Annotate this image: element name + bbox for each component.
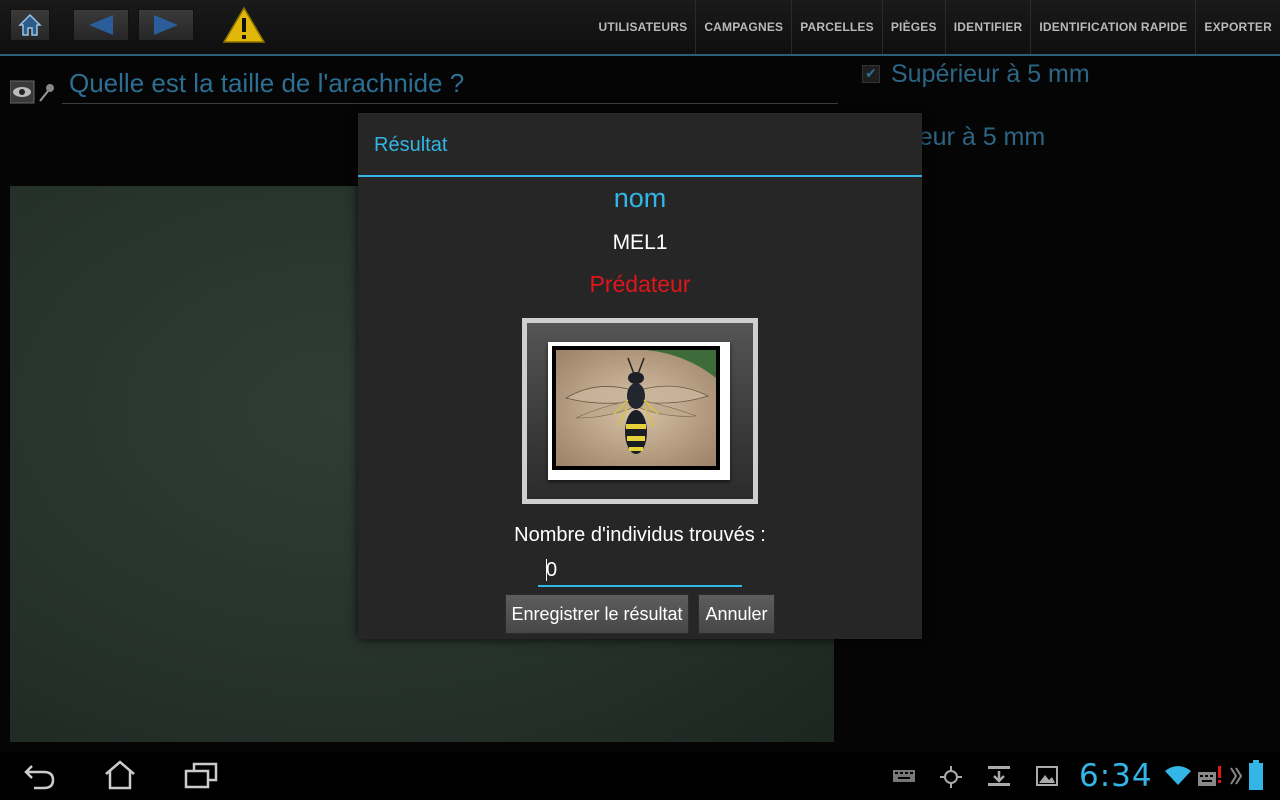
eye-microphone-icon[interactable] [10, 79, 56, 105]
checkbox-icon[interactable]: ✔ [862, 65, 880, 83]
keyboard-icon[interactable] [893, 770, 915, 782]
menu-campagnes[interactable]: CAMPAGNES [695, 0, 791, 54]
save-result-button[interactable]: Enregistrer le résultat [505, 594, 689, 634]
count-input[interactable] [538, 555, 742, 587]
image-icon [1036, 766, 1058, 786]
menu-utilisateurs[interactable]: UTILISATEURS [590, 0, 695, 54]
option-label[interactable]: Supérieur à 5 mm [891, 60, 1090, 89]
home-nav-icon[interactable] [104, 760, 136, 790]
keyboard-alert-icon [1198, 766, 1221, 786]
menu-parcelles[interactable]: PARCELLES [791, 0, 882, 54]
gps-icon [940, 766, 962, 788]
dialog-title: Résultat [358, 113, 922, 177]
cancel-button[interactable]: Annuler [698, 594, 775, 634]
arrow-left-icon [89, 15, 113, 35]
menu-identification-rapide[interactable]: IDENTIFICATION RAPIDE [1030, 0, 1195, 54]
home-icon [18, 13, 42, 36]
system-bar: 6:34 [0, 752, 1280, 800]
question-text: Quelle est la taille de l'arachnide ? [62, 62, 838, 104]
recent-apps-icon[interactable] [184, 762, 218, 790]
wifi-icon [1165, 766, 1191, 785]
chevron-right-icon [1230, 767, 1243, 785]
download-icon [988, 766, 1010, 786]
menu-pieges[interactable]: PIÈGES [881, 0, 945, 54]
action-menu: UTILISATEURS CAMPAGNES PARCELLES PIÈGES … [590, 0, 1280, 54]
species-name-label: nom [613, 183, 667, 213]
count-label: Nombre d'individus trouvés : [514, 524, 766, 546]
insect-image [556, 350, 716, 466]
clock: 6:34 [1079, 758, 1153, 794]
forward-button[interactable] [138, 9, 194, 41]
menu-exporter[interactable]: EXPORTER [1195, 0, 1280, 54]
warning-icon[interactable] [222, 6, 266, 44]
species-category: Prédateur [589, 271, 691, 297]
home-button[interactable] [10, 9, 50, 41]
image-frame [522, 318, 758, 504]
back-nav-icon[interactable] [24, 762, 56, 790]
species-code: MEL1 [612, 231, 668, 254]
battery-icon [1249, 760, 1263, 790]
menu-identifier[interactable]: IDENTIFIER [944, 0, 1031, 54]
action-bar: UTILISATEURS CAMPAGNES PARCELLES PIÈGES … [0, 0, 1280, 56]
arrow-right-icon [154, 15, 178, 35]
back-button[interactable] [73, 9, 129, 41]
result-dialog: Résultat nom MEL1 Prédateur Nombre d'ind… [358, 113, 922, 639]
text-cursor [546, 559, 547, 581]
